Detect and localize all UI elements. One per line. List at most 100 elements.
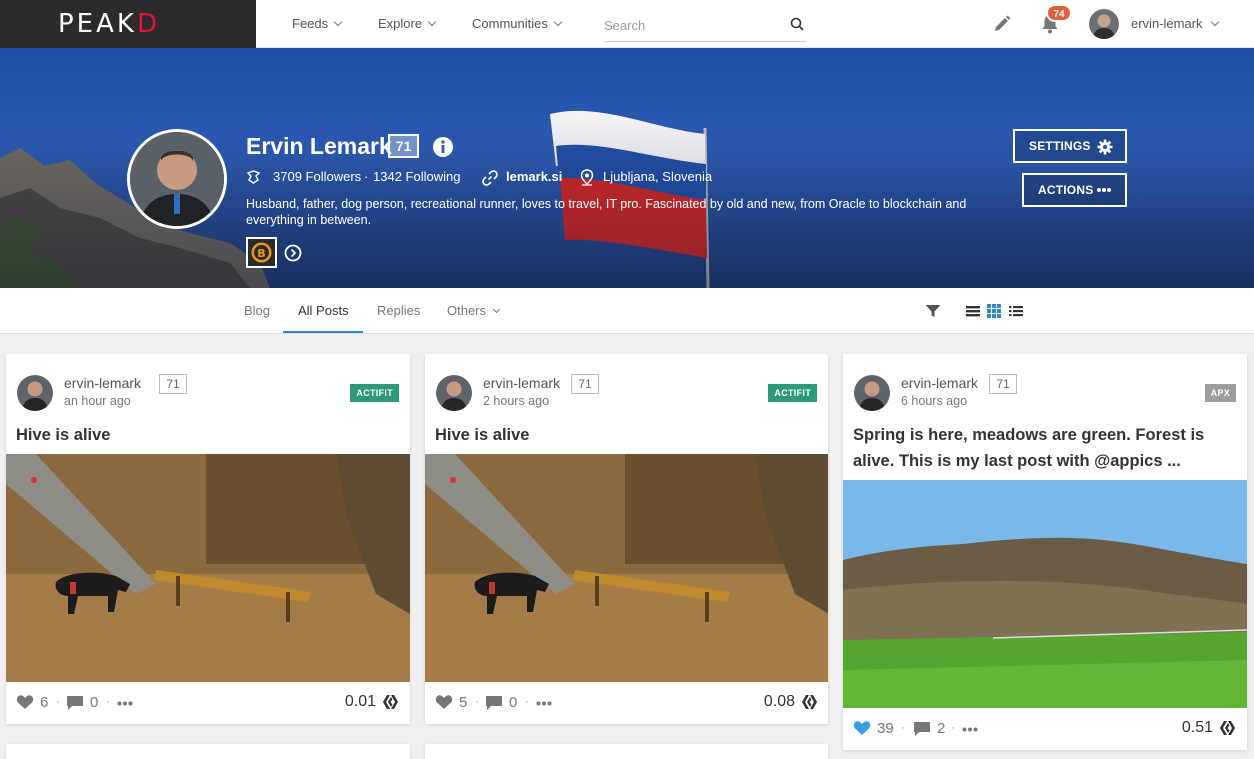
post-thumbnail[interactable]	[843, 480, 1247, 708]
chevron-down-icon	[1210, 17, 1219, 27]
comment-icon[interactable]	[66, 695, 84, 711]
reputation-badge: 71	[388, 134, 419, 158]
post-time[interactable]: 2 hours ago	[483, 394, 549, 408]
profile-avatar[interactable]	[127, 129, 227, 229]
stats-separator: ·	[364, 169, 369, 184]
post-card[interactable]: ervin-lemark 71 2 hours ago ACTIFIT Hive…	[425, 354, 828, 724]
link-icon	[482, 170, 498, 186]
profile-cover: Ervin Lemark 71 3709 Followers · 1342 Fo…	[0, 48, 1254, 288]
tab-all-posts[interactable]: All Posts	[298, 303, 349, 318]
separator-dot: ·	[951, 720, 955, 734]
comment-icon[interactable]	[913, 721, 931, 737]
following-count[interactable]: 1342 Following	[373, 169, 460, 184]
post-card[interactable]: ervin-lemark 71 an hour ago ACTIFIT Hive…	[6, 354, 410, 724]
more-dots-icon[interactable]	[117, 701, 133, 706]
author-reputation: 71	[571, 374, 599, 394]
notification-count-badge[interactable]: 74	[1046, 4, 1072, 22]
post-time[interactable]: an hour ago	[64, 394, 131, 408]
payout-amount[interactable]: 0.08	[764, 693, 795, 711]
hive-icon	[383, 695, 398, 709]
post-tag[interactable]: APX	[1204, 384, 1236, 402]
pencil-icon[interactable]	[992, 14, 1012, 34]
bitcoin-badge[interactable]: B	[246, 237, 277, 268]
chevron-down-icon	[333, 17, 343, 27]
profile-tabs: Blog All Posts Replies Others	[0, 288, 1254, 334]
top-navigation: PEAKD Feeds Explore Communities 74 ervin…	[0, 0, 1254, 48]
post-thumbnail[interactable]	[425, 454, 828, 682]
peakd-logo[interactable]: PEAKD	[0, 0, 256, 48]
payout-amount[interactable]: 0.01	[345, 693, 376, 711]
search-box	[604, 10, 806, 42]
separator-dot: ·	[901, 720, 905, 734]
author-avatar[interactable]	[17, 375, 53, 411]
post-title[interactable]: Hive is alive	[16, 422, 396, 448]
chevron-right-circle-icon[interactable]	[284, 244, 302, 262]
author-name[interactable]: ervin-lemark	[901, 375, 978, 391]
actions-button[interactable]: ACTIONS	[1022, 173, 1127, 207]
nav-explore[interactable]: Explore	[378, 16, 437, 31]
post-footer: 39 · 2 · 0.51	[843, 708, 1247, 748]
user-avatar[interactable]	[1089, 9, 1119, 39]
location-pin-icon	[580, 169, 594, 186]
chevron-down-icon	[492, 305, 501, 314]
info-icon[interactable]	[432, 136, 454, 158]
post-tag[interactable]: ACTIFIT	[768, 384, 817, 402]
followers-icon	[246, 170, 261, 184]
payout-amount[interactable]: 0.51	[1182, 719, 1213, 737]
grid-view-icon[interactable]	[987, 304, 1001, 318]
hive-icon	[802, 695, 817, 709]
author-avatar[interactable]	[436, 375, 472, 411]
gear-icon	[1097, 139, 1113, 155]
nav-communities[interactable]: Communities	[472, 16, 563, 31]
post-thumbnail[interactable]	[6, 454, 410, 682]
post-title[interactable]: Spring is here, meadows are green. Fores…	[853, 422, 1223, 474]
search-icon[interactable]	[790, 17, 804, 31]
separator-dot: ·	[106, 694, 110, 708]
post-time[interactable]: 6 hours ago	[901, 394, 967, 408]
nav-feeds[interactable]: Feeds	[292, 16, 343, 31]
tab-replies[interactable]: Replies	[377, 303, 420, 318]
username-menu[interactable]: ervin-lemark	[1131, 16, 1219, 31]
vote-count[interactable]: 39	[877, 720, 894, 737]
vote-count[interactable]: 6	[40, 694, 48, 711]
post-card[interactable]: ervin-lemark 71 6 hours ago APX Spring i…	[843, 354, 1247, 750]
tab-others[interactable]: Others	[447, 303, 501, 318]
post-title[interactable]: Hive is alive	[435, 422, 815, 448]
author-avatar[interactable]	[854, 375, 890, 411]
heart-icon[interactable]	[853, 720, 871, 736]
author-name[interactable]: ervin-lemark	[483, 375, 560, 391]
search-input[interactable]	[604, 16, 784, 34]
chevron-down-icon	[427, 17, 437, 27]
post-footer: 5 · 0 · 0.08	[425, 682, 828, 722]
post-footer: 6 · 0 · 0.01	[6, 682, 410, 722]
author-name[interactable]: ervin-lemark	[64, 375, 141, 391]
heart-icon[interactable]	[435, 694, 453, 710]
profile-bio: Husband, father, dog person, recreationa…	[246, 197, 967, 227]
chevron-down-icon	[553, 17, 563, 27]
separator-dot: ·	[56, 694, 60, 708]
comment-count[interactable]: 0	[509, 694, 517, 711]
filter-icon[interactable]	[925, 304, 941, 318]
compact-view-icon[interactable]	[1009, 304, 1023, 318]
followers-count[interactable]: 3709 Followers	[273, 169, 361, 184]
badge-letter: B	[257, 247, 265, 260]
post-card[interactable]	[6, 744, 410, 759]
more-dots-icon[interactable]	[962, 727, 978, 732]
comment-count[interactable]: 2	[937, 720, 945, 737]
heart-icon[interactable]	[16, 694, 34, 710]
settings-button[interactable]: SETTINGS	[1013, 129, 1127, 163]
logo-text: PEAKD	[58, 9, 160, 39]
comment-count[interactable]: 0	[90, 694, 98, 711]
vote-count[interactable]: 5	[459, 694, 467, 711]
hive-icon	[1220, 721, 1235, 735]
post-card[interactable]	[425, 744, 828, 759]
tab-blog[interactable]: Blog	[244, 303, 270, 318]
location-text: Ljubljana, Slovenia	[603, 169, 713, 184]
list-view-icon[interactable]	[966, 304, 980, 318]
profile-name: Ervin Lemark	[246, 133, 392, 159]
post-tag[interactable]: ACTIFIT	[350, 384, 399, 402]
website-link[interactable]: lemark.si	[506, 169, 562, 184]
more-dots-icon[interactable]	[536, 701, 552, 706]
separator-dot: ·	[475, 694, 479, 708]
comment-icon[interactable]	[485, 695, 503, 711]
